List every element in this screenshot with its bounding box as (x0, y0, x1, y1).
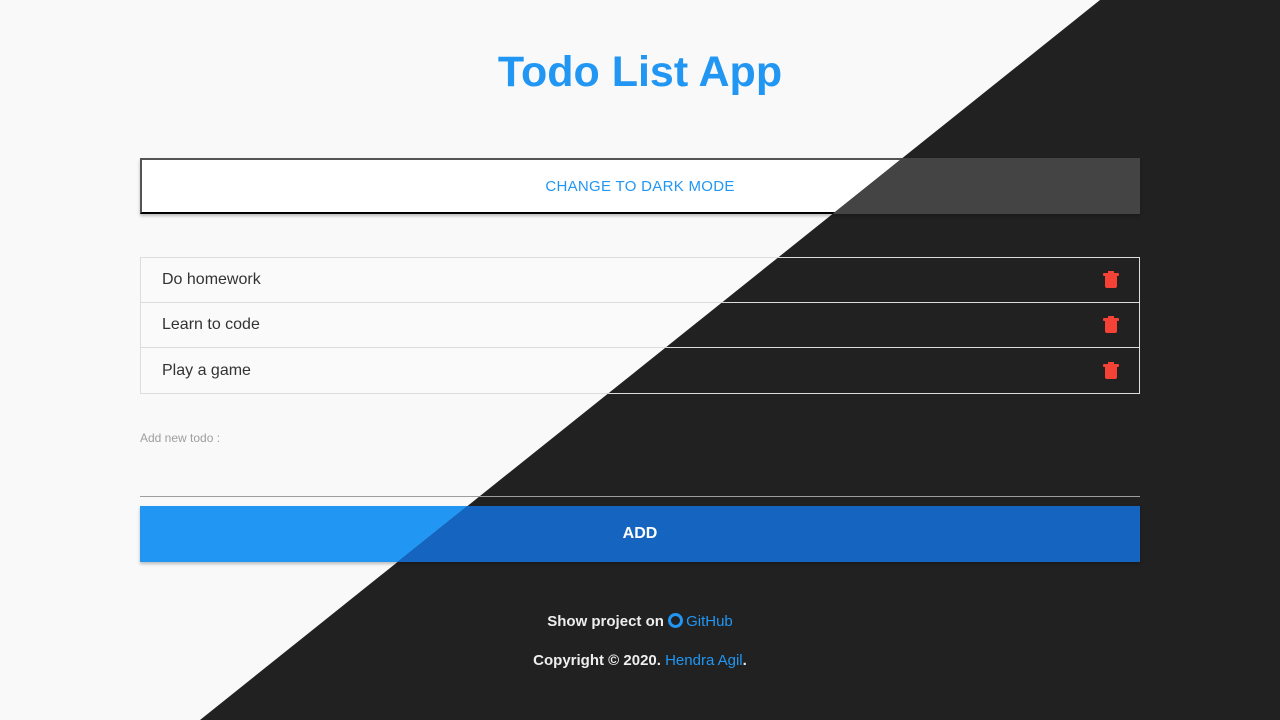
todo-text: Play a game (162, 361, 251, 379)
trash-icon (1103, 271, 1119, 289)
trash-icon (1103, 316, 1119, 334)
trash-icon (1103, 361, 1119, 380)
todo-text: Do homework (162, 271, 261, 288)
new-todo-label: Add new todo : (140, 431, 221, 445)
github-icon (668, 613, 684, 628)
todo-text: Learn to code (162, 316, 260, 333)
